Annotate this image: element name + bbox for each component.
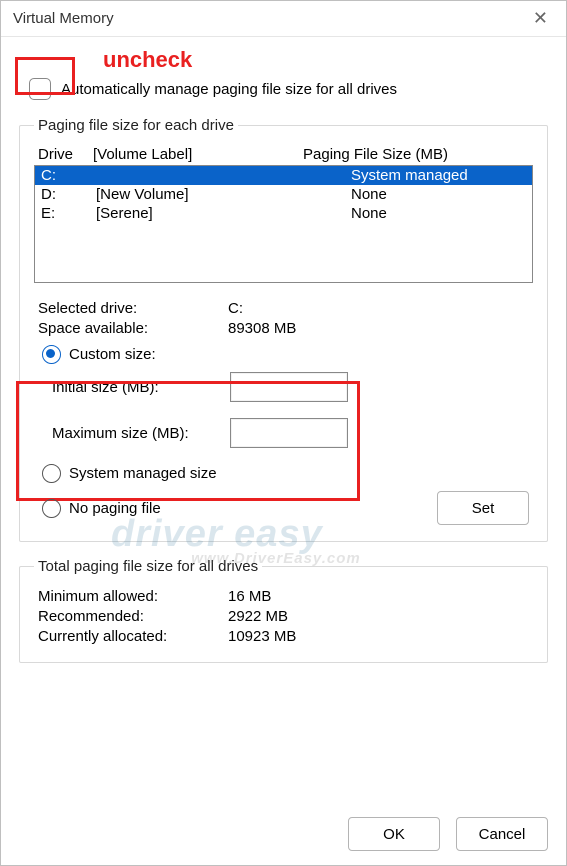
auto-manage-row: Automatically manage paging file size fo… [19,75,548,103]
drive-list[interactable]: C:System managedD:[New Volume]NoneE:[Ser… [34,165,533,283]
no-paging-file-radio[interactable] [42,499,61,518]
close-icon[interactable]: ✕ [523,4,558,33]
annotation-uncheck: uncheck [103,47,192,73]
group-total-paging: Total paging file size for all drives Mi… [19,558,548,663]
ok-button[interactable]: OK [348,817,440,851]
recommended-row: Recommended: 2922 MB [38,608,533,625]
recommended-label: Recommended: [38,608,228,625]
currently-allocated-row: Currently allocated: 10923 MB [38,628,533,645]
recommended-value: 2922 MB [228,608,288,625]
no-paging-file-row: No paging file [42,499,161,518]
drive-list-row[interactable]: C: System managed [35,166,532,185]
currently-allocated-label: Currently allocated: [38,628,228,645]
minimum-allowed-label: Minimum allowed: [38,588,228,605]
legend-total: Total paging file size for all drives [34,558,262,575]
group-paging-each-drive: Paging file size for each drive Drive [V… [19,117,548,542]
titlebar: Virtual Memory ✕ [1,1,566,37]
header-volume: [Volume Label] [93,146,303,163]
annotation-box-checkbox [15,57,75,95]
drive-list-row[interactable]: D:[New Volume]None [35,185,532,204]
drive-list-header: Drive [Volume Label] Paging File Size (M… [38,146,533,163]
space-available-label: Space available: [38,320,228,337]
window-title: Virtual Memory [13,10,114,27]
cancel-button[interactable]: Cancel [456,817,548,851]
volume-label: [New Volume] [96,186,351,203]
dialog-footer: OK Cancel [348,817,548,851]
custom-size-row: Custom size: [42,345,533,364]
legend-each-drive: Paging file size for each drive [34,117,238,134]
selected-drive-row: Selected drive: C: [38,300,533,317]
paging-size: System managed [351,167,526,184]
custom-size-label: Custom size: [69,346,156,363]
drive-letter: D: [41,186,96,203]
volume-label: [Serene] [96,205,351,222]
drive-list-row[interactable]: E:[Serene]None [35,204,532,223]
selected-drive-label: Selected drive: [38,300,228,317]
set-button[interactable]: Set [437,491,529,525]
minimum-allowed-value: 16 MB [228,588,271,605]
drive-letter: E: [41,205,96,222]
volume-label [96,167,351,184]
content: uncheck Automatically manage paging file… [1,37,566,695]
auto-manage-label: Automatically manage paging file size fo… [61,81,397,98]
minimum-allowed-row: Minimum allowed: 16 MB [38,588,533,605]
paging-size: None [351,205,526,222]
space-available-value: 89308 MB [228,320,296,337]
header-size: Paging File Size (MB) [303,146,533,163]
custom-size-radio[interactable] [42,345,61,364]
virtual-memory-dialog: Virtual Memory ✕ uncheck Automatically m… [0,0,567,866]
annotation-box-custom [16,381,360,501]
selected-drive-value: C: [228,300,243,317]
paging-size: None [351,186,526,203]
drive-letter: C: [41,167,96,184]
no-paging-file-label: No paging file [69,500,161,517]
space-available-row: Space available: 89308 MB [38,320,533,337]
header-drive: Drive [38,146,93,163]
currently-allocated-value: 10923 MB [228,628,296,645]
system-managed-radio[interactable] [42,464,61,483]
